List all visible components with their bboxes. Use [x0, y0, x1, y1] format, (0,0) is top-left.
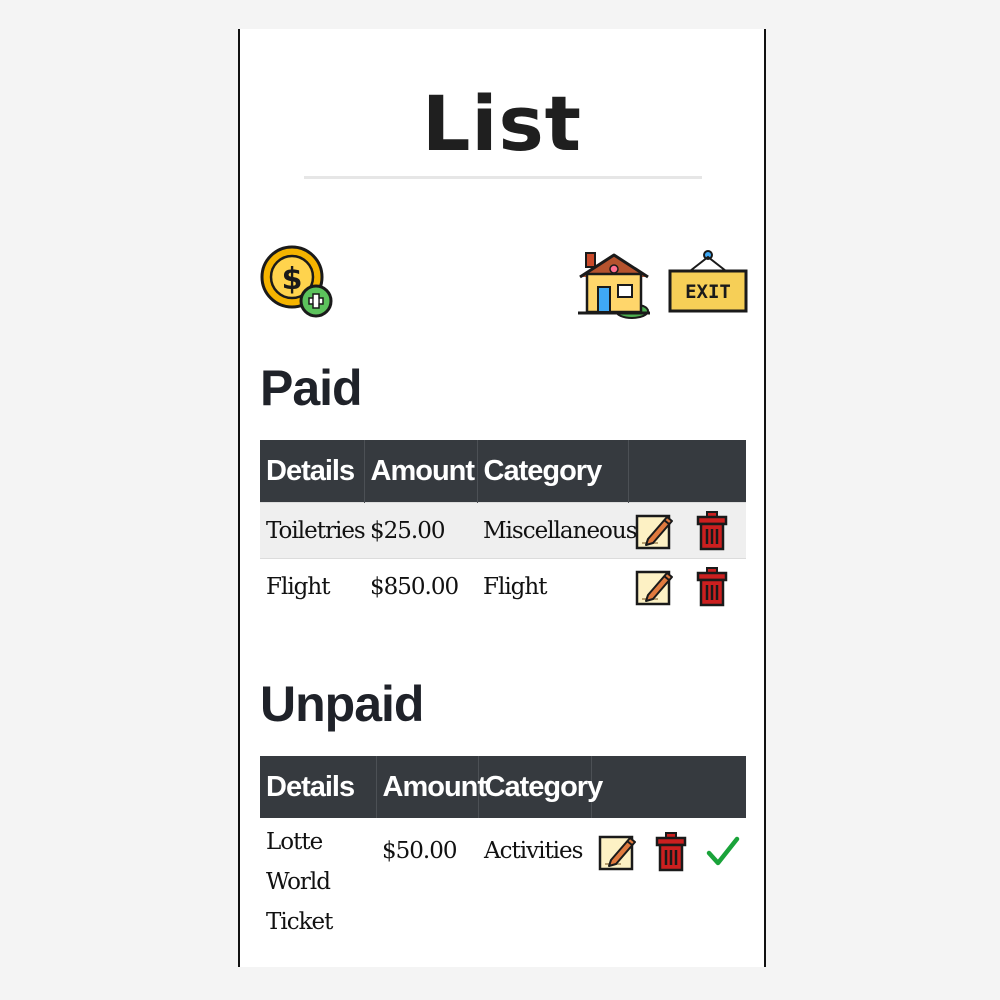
col-amount: Amount: [364, 440, 478, 503]
table-header: Details Amount Category: [260, 440, 746, 503]
cell-category: Activities: [484, 838, 583, 864]
unpaid-section-title: Unpaid: [260, 676, 424, 732]
table-row: Flight $850.00 Flight: [260, 558, 746, 614]
cell-details: Toiletries: [260, 502, 366, 559]
app-screen: List $ EXIT Paid Details Amount Category…: [238, 29, 766, 967]
unpaid-table: Details Amount Category Lotte World Tick…: [260, 756, 746, 950]
row-actions: [628, 558, 746, 614]
edit-note-icon[interactable]: [597, 832, 637, 872]
table-row: Toiletries $25.00 Miscellaneous: [260, 502, 746, 559]
col-actions: [591, 756, 746, 818]
trash-icon[interactable]: [655, 832, 687, 872]
edit-note-icon[interactable]: [634, 567, 674, 607]
col-amount: Amount: [376, 756, 487, 818]
exit-button[interactable]: EXIT: [668, 249, 748, 315]
cell-category: Flight: [477, 558, 628, 614]
table-row: Lotte World Ticket $50.00 Activities: [260, 818, 746, 950]
cell-amount: $850.00: [364, 558, 477, 614]
svg-text:$: $: [282, 262, 303, 297]
col-details: Details: [260, 756, 377, 818]
paid-table: Details Amount Category Toiletries $25.0…: [260, 440, 746, 614]
edit-note-icon[interactable]: [634, 511, 674, 551]
trash-icon[interactable]: [696, 510, 728, 551]
home-icon[interactable]: [574, 247, 654, 319]
col-category: Category: [478, 756, 603, 818]
exit-label: EXIT: [685, 281, 731, 303]
table-header: Details Amount Category: [260, 756, 746, 818]
row-actions: [628, 502, 746, 559]
cell-category: Miscellaneous: [477, 502, 638, 559]
cell-details: Flight: [260, 558, 364, 614]
checkmark-icon[interactable]: [706, 835, 740, 869]
title-divider: [304, 176, 702, 179]
trash-icon[interactable]: [696, 566, 728, 607]
add-expense-coin-icon[interactable]: $: [260, 245, 336, 321]
col-category: Category: [477, 440, 629, 503]
cell-details: Lotte World Ticket: [266, 829, 333, 935]
paid-section-title: Paid: [260, 360, 363, 416]
cell-amount: $50.00: [382, 838, 457, 864]
col-actions: [628, 440, 746, 503]
row-actions: [591, 818, 746, 950]
page-title: List: [421, 79, 583, 168]
cell-amount: $25.00: [364, 502, 477, 559]
col-details: Details: [260, 440, 365, 503]
